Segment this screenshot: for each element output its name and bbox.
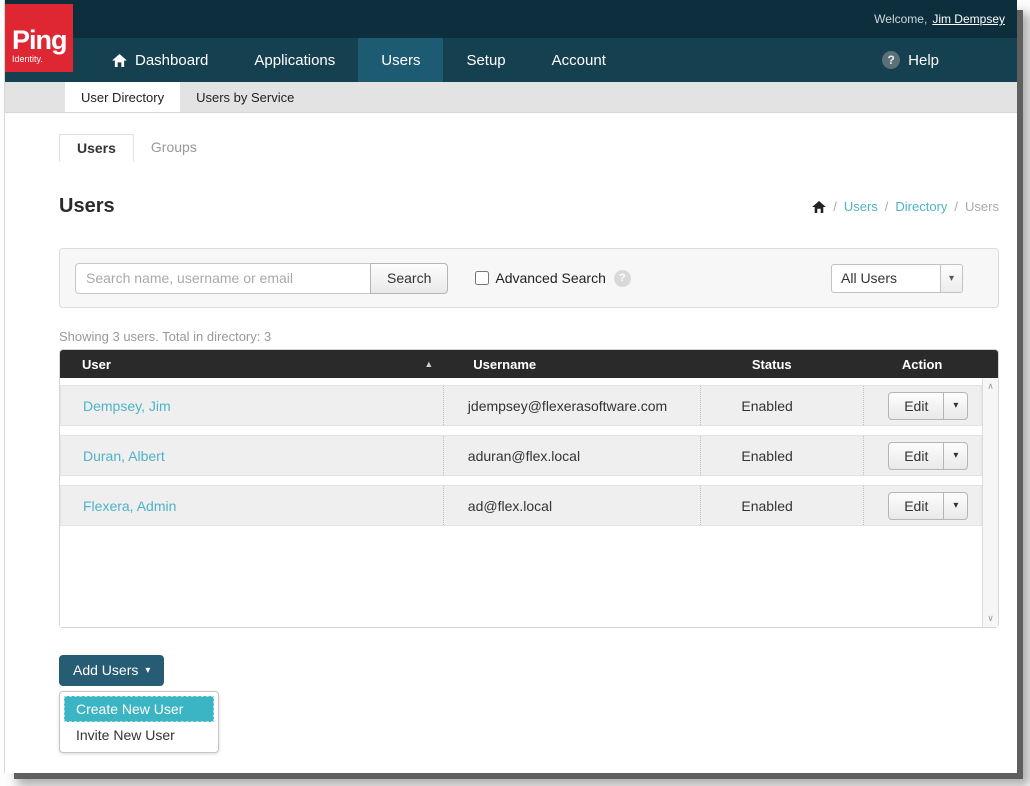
table-scrollbar[interactable]: ∧ ∨: [982, 378, 998, 627]
nav-item-users[interactable]: Users: [358, 38, 443, 82]
nav-label: Applications: [254, 52, 335, 69]
nav-item-account[interactable]: Account: [529, 38, 629, 82]
title-row: Users / Users / Directory / Users: [59, 195, 999, 218]
breadcrumb-separator: /: [885, 199, 889, 214]
subnav-tab-user-directory[interactable]: User Directory: [65, 82, 180, 112]
users-table: User ▲ Username Status Action Dempsey, J…: [59, 349, 999, 628]
table-row: Flexera, Admin ad@flex.local Enabled Edi…: [60, 485, 982, 526]
table-row: Duran, Albert aduran@flex.local Enabled …: [60, 435, 982, 476]
caret-down-icon: ▾: [145, 665, 150, 676]
edit-split-button: Edit ▾: [888, 442, 968, 470]
screenshot-frame: Welcome, Jim Dempsey Ping Identity. Dash…: [0, 0, 1030, 786]
search-panel: Search Advanced Search ? All Users ▾: [59, 248, 999, 308]
welcome-label: Welcome,: [874, 12, 927, 26]
subnav-label: Users by Service: [196, 90, 294, 105]
edit-button[interactable]: Edit: [888, 442, 944, 470]
table-row: Dempsey, Jim jdempsey@flexerasoftware.co…: [60, 385, 982, 426]
add-users-label: Add Users: [73, 662, 138, 678]
question-icon[interactable]: ?: [614, 270, 631, 287]
search-input[interactable]: [75, 263, 371, 294]
status-cell: Enabled: [700, 436, 863, 475]
edit-split-button: Edit ▾: [888, 392, 968, 420]
ping-identity-logo[interactable]: Ping Identity.: [5, 4, 73, 72]
topbar: Welcome, Jim Dempsey: [5, 0, 1017, 38]
result-summary: Showing 3 users. Total in directory: 3: [59, 329, 999, 344]
menu-item-invite-new-user[interactable]: Invite New User: [64, 722, 214, 748]
caret-down-icon: ▾: [953, 450, 958, 461]
nav-label: Users: [381, 52, 420, 69]
subnav-label: User Directory: [81, 90, 164, 105]
username-cell: jdempsey@flexerasoftware.com: [443, 386, 701, 425]
scroll-down-icon[interactable]: ∨: [987, 613, 994, 624]
logo-subtext: Identity.: [12, 55, 67, 64]
nav-label: Account: [552, 52, 606, 69]
app-window: Welcome, Jim Dempsey Ping Identity. Dash…: [4, 0, 1017, 773]
chevron-down-icon: ▾: [940, 265, 962, 292]
current-user-link[interactable]: Jim Dempsey: [932, 12, 1005, 26]
nav-item-applications[interactable]: Applications: [231, 38, 358, 82]
logo-text: Ping: [12, 27, 67, 54]
user-name-link[interactable]: Dempsey, Jim: [83, 398, 171, 414]
advanced-search-checkbox[interactable]: [475, 271, 489, 285]
scroll-up-icon[interactable]: ∧: [987, 381, 994, 392]
user-filter-select[interactable]: All Users ▾: [831, 264, 963, 293]
edit-dropdown-button[interactable]: ▾: [943, 442, 968, 470]
caret-down-icon: ▾: [953, 400, 958, 411]
sort-ascending-icon[interactable]: ▲: [424, 359, 433, 369]
page-title: Users: [59, 195, 115, 218]
nav-item-dashboard[interactable]: Dashboard: [89, 38, 231, 82]
table-header: User ▲ Username Status Action: [60, 350, 998, 378]
edit-dropdown-button[interactable]: ▾: [943, 392, 968, 420]
help-label: Help: [908, 52, 939, 69]
tab-users[interactable]: Users: [59, 134, 134, 162]
header-user[interactable]: User ▲: [60, 357, 449, 372]
home-icon: [112, 54, 127, 67]
directory-tabs: Users Groups: [59, 134, 999, 162]
advanced-search-group: Advanced Search ?: [475, 270, 631, 287]
home-icon[interactable]: [812, 201, 826, 213]
edit-button[interactable]: Edit: [888, 392, 944, 420]
header-action: Action: [878, 357, 998, 372]
breadcrumb-separator: /: [833, 199, 837, 214]
main-content: Users Groups Users / Users / Directory /…: [5, 134, 1017, 753]
user-name-link[interactable]: Duran, Albert: [83, 448, 165, 464]
header-username[interactable]: Username: [449, 357, 712, 372]
header-label: User: [82, 357, 111, 372]
add-users-menu: Create New User Invite New User: [59, 691, 219, 753]
search-button[interactable]: Search: [370, 263, 448, 294]
caret-down-icon: ▾: [953, 500, 958, 511]
main-nav: Dashboard Applications Users Setup Accou…: [5, 38, 1017, 82]
nav-help[interactable]: ? Help: [882, 38, 1017, 82]
status-cell: Enabled: [700, 486, 863, 525]
nav-label: Dashboard: [135, 52, 208, 69]
breadcrumb-separator: /: [954, 199, 958, 214]
help-icon: ?: [882, 51, 900, 69]
nav-label: Setup: [466, 52, 505, 69]
tab-groups[interactable]: Groups: [134, 134, 214, 162]
status-cell: Enabled: [700, 386, 863, 425]
filter-selected-value: All Users: [832, 270, 940, 286]
edit-dropdown-button[interactable]: ▾: [943, 492, 968, 520]
edit-button[interactable]: Edit: [888, 492, 944, 520]
subnav-tab-users-by-service[interactable]: Users by Service: [180, 82, 310, 112]
breadcrumb-link-directory[interactable]: Directory: [895, 199, 947, 214]
table-body: Dempsey, Jim jdempsey@flexerasoftware.co…: [60, 378, 998, 627]
user-name-link[interactable]: Flexera, Admin: [83, 498, 176, 514]
sub-nav: User Directory Users by Service: [5, 82, 1017, 113]
advanced-search-label: Advanced Search: [495, 270, 606, 286]
add-users-button[interactable]: Add Users ▾: [59, 655, 164, 686]
nav-item-setup[interactable]: Setup: [443, 38, 528, 82]
username-cell: aduran@flex.local: [443, 436, 701, 475]
menu-item-create-new-user[interactable]: Create New User: [64, 696, 214, 722]
edit-split-button: Edit ▾: [888, 492, 968, 520]
breadcrumb-link-users[interactable]: Users: [844, 199, 878, 214]
breadcrumb-current: Users: [965, 199, 999, 214]
breadcrumb: / Users / Directory / Users: [812, 199, 999, 214]
username-cell: ad@flex.local: [443, 486, 701, 525]
header-status[interactable]: Status: [712, 357, 878, 372]
